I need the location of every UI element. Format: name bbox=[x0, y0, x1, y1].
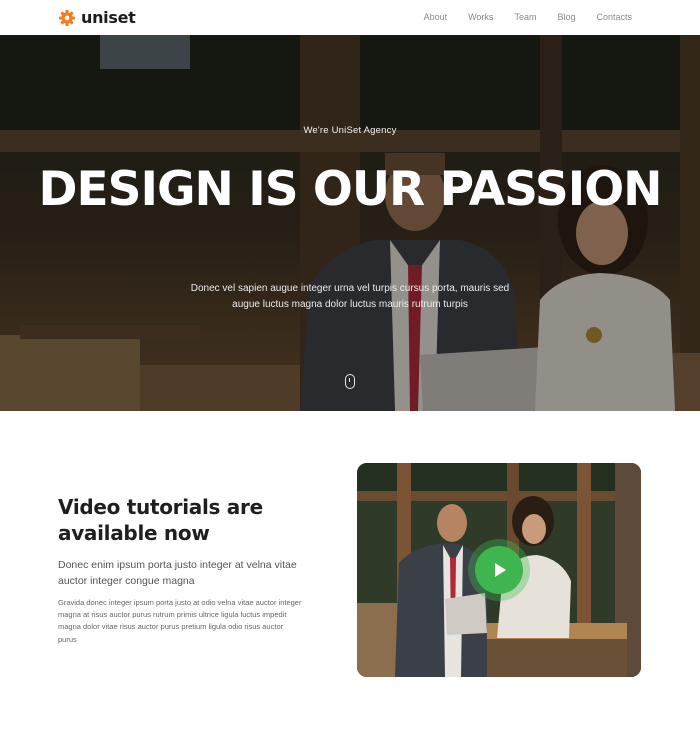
nav-item-works[interactable]: Works bbox=[468, 12, 493, 22]
video-lead-text: Donec enim ipsum porta justo integer at … bbox=[58, 559, 297, 587]
video-thumbnail[interactable] bbox=[357, 463, 641, 677]
brand-name: uniset bbox=[81, 8, 136, 27]
nav-item-blog[interactable]: Blog bbox=[557, 12, 575, 22]
play-button[interactable] bbox=[468, 539, 530, 601]
hero-subtitle: Donec vel sapien augue integer urna vel … bbox=[190, 283, 510, 310]
video-heading: Video tutorials are available now bbox=[58, 495, 263, 545]
play-icon bbox=[495, 563, 506, 577]
nav-item-team[interactable]: Team bbox=[514, 12, 536, 22]
hero-title: DESIGN IS OUR PASSION bbox=[38, 162, 663, 217]
hero-section: We're UniSet Agency DESIGN IS OUR PASSIO… bbox=[0, 35, 700, 411]
hero-kicker: We're UniSet Agency bbox=[303, 125, 397, 136]
main-nav: About Works Team Blog Contacts bbox=[424, 12, 632, 22]
gear-logo-icon bbox=[58, 9, 76, 26]
site-header: uniset About Works Team Blog Contacts bbox=[0, 0, 700, 35]
nav-item-about[interactable]: About bbox=[424, 12, 448, 22]
video-body-text: Gravida donec integer ipsum porta justo … bbox=[58, 598, 302, 644]
mouse-scroll-icon[interactable] bbox=[345, 374, 355, 389]
hero-overlay bbox=[0, 35, 700, 411]
nav-item-contacts[interactable]: Contacts bbox=[596, 12, 632, 22]
play-button-inner bbox=[475, 546, 523, 594]
brand-logo[interactable]: uniset bbox=[58, 8, 136, 27]
